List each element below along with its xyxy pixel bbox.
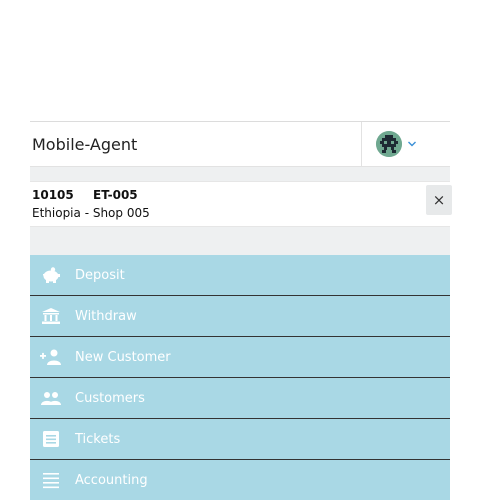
user-menu-button[interactable] (376, 131, 417, 157)
ticket-icon (40, 430, 62, 448)
avatar (376, 131, 402, 157)
header-divider (361, 122, 362, 166)
menu-item-label: New Customer (75, 349, 171, 365)
menu-item-deposit[interactable]: Deposit (30, 255, 450, 296)
list-icon (40, 471, 62, 489)
menu-item-new-customer[interactable]: New Customer (30, 337, 450, 378)
app-header: Mobile-Agent (30, 121, 450, 167)
menu-item-label: Tickets (75, 431, 121, 447)
menu-item-label: Withdraw (75, 308, 137, 324)
close-icon: × (432, 191, 446, 209)
menu-item-accounting[interactable]: Accounting (30, 460, 450, 500)
chevron-down-icon (408, 141, 416, 147)
menu-item-label: Customers (75, 390, 145, 406)
spacer (30, 167, 450, 181)
menu-item-label: Deposit (75, 267, 125, 283)
menu-item-label: Accounting (75, 472, 148, 488)
spacer (30, 227, 450, 255)
add-user-icon (40, 348, 62, 366)
shop-name: Ethiopia - Shop 005 (32, 206, 150, 220)
users-icon (40, 389, 62, 407)
menu-item-withdraw[interactable]: Withdraw (30, 296, 450, 337)
piggy-bank-icon (40, 266, 62, 284)
shop-info: 10105 ET-005 Ethiopia - Shop 005 × (30, 181, 452, 227)
main-menu: Deposit Withdraw New Customer Customers … (30, 255, 450, 500)
menu-item-tickets[interactable]: Tickets (30, 419, 450, 460)
app-title: Mobile-Agent (32, 134, 138, 154)
menu-item-customers[interactable]: Customers (30, 378, 450, 419)
close-button[interactable]: × (426, 185, 452, 215)
agent-panel: Mobile-Agent 10105 ET-005 Ethiopia - Sho… (30, 121, 452, 500)
bank-icon (40, 307, 62, 325)
shop-code: 10105 (32, 188, 74, 202)
shop-id: ET-005 (93, 188, 138, 202)
